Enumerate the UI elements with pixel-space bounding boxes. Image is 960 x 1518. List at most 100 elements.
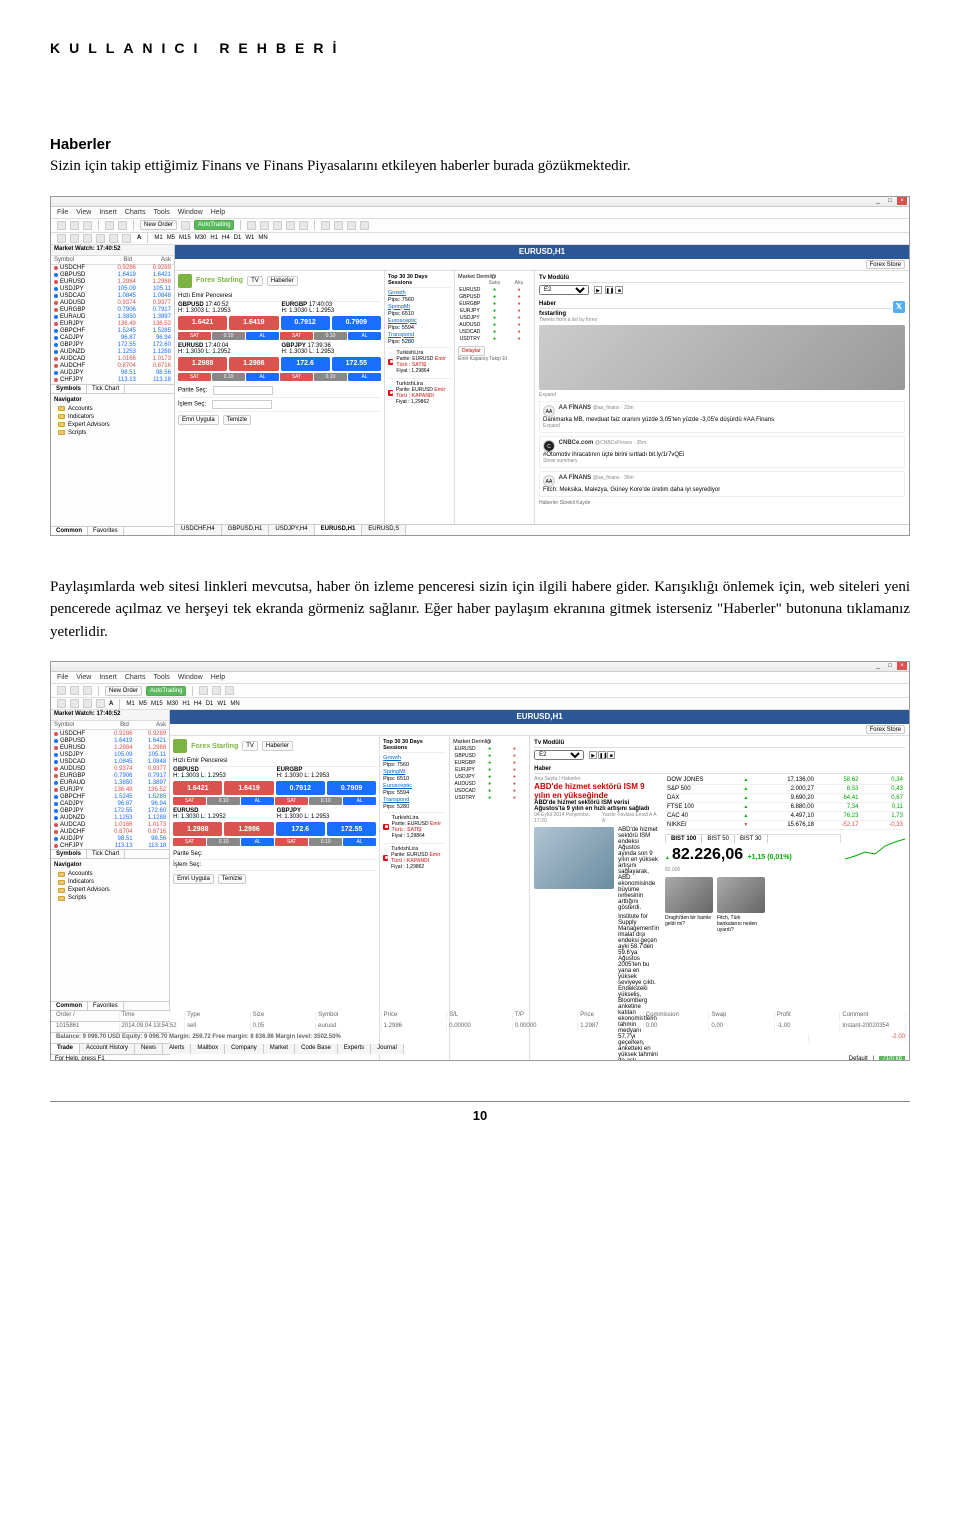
menu-help[interactable]: Help bbox=[211, 209, 225, 216]
market-row[interactable]: DAX9.690,2064,410,67 bbox=[665, 794, 905, 803]
price-bid[interactable]: 1.6421 bbox=[178, 316, 227, 330]
toolbar-icon[interactable] bbox=[70, 686, 79, 695]
market-watch-row[interactable]: EURGBP0.79060.7917 bbox=[51, 772, 169, 779]
market-watch-row[interactable]: AUDUSD0.93740.9377 bbox=[51, 300, 174, 307]
terminal-tab[interactable]: Journal bbox=[371, 1044, 404, 1054]
buy-button[interactable]: AL bbox=[348, 373, 381, 381]
market-watch-row[interactable]: GBPJPY172.55172.60 bbox=[51, 807, 169, 814]
parite-input[interactable] bbox=[213, 386, 273, 395]
zoom-icon[interactable] bbox=[299, 221, 308, 230]
period-mn[interactable]: MN bbox=[258, 235, 267, 241]
depth-row[interactable]: USDCAD●● bbox=[453, 788, 526, 794]
top30-link[interactable]: SpringMt bbox=[388, 304, 451, 310]
market-watch-row[interactable]: EURUSD1.29841.2988 bbox=[51, 279, 174, 286]
market-watch-row[interactable]: CHFJPY113.13113.18 bbox=[51, 842, 169, 849]
toolbar-icon[interactable] bbox=[247, 221, 256, 230]
market-watch-row[interactable]: AUDCAD1.01661.0173 bbox=[51, 356, 174, 363]
market-watch-row[interactable]: AUDCHF0.87040.8716 bbox=[51, 363, 174, 370]
tab-tickchart[interactable]: Tick Chart bbox=[87, 385, 125, 393]
signal-1[interactable]: TurkishLira Parite: EURUSD Emir Türü : S… bbox=[388, 347, 451, 376]
price-bid[interactable]: 172.6 bbox=[281, 357, 330, 371]
toolbar-icon[interactable] bbox=[347, 221, 356, 230]
tv-button[interactable]: TV bbox=[247, 276, 263, 286]
period-w1[interactable]: W1 bbox=[245, 235, 254, 241]
new-order-button[interactable]: New Order bbox=[105, 686, 142, 696]
crosshair-icon[interactable] bbox=[70, 234, 79, 243]
market-watch-row[interactable]: CHFJPY113.13113.18 bbox=[51, 377, 174, 384]
twitter-icon[interactable]: 𝕏 bbox=[893, 301, 905, 313]
depth-row[interactable]: AUDUSD●● bbox=[453, 781, 526, 787]
hline-icon[interactable] bbox=[96, 234, 105, 243]
maximize-icon[interactable]: □ bbox=[885, 662, 895, 670]
autotrading-button[interactable]: AutoTrading bbox=[146, 686, 186, 696]
market-row[interactable]: DOW JONES17.136,0058,620,34 bbox=[665, 776, 905, 785]
toolbar-icon[interactable] bbox=[83, 686, 92, 695]
menu-tools[interactable]: Tools bbox=[153, 674, 169, 681]
menu-charts[interactable]: Charts bbox=[125, 674, 146, 681]
price-ask[interactable]: 1.2986 bbox=[229, 357, 278, 371]
market-watch-row[interactable]: GBPCHF1.52451.5285 bbox=[51, 793, 169, 800]
depth-row[interactable]: EURUSD●● bbox=[453, 746, 526, 752]
market-watch-row[interactable]: GBPUSD1.64191.6421 bbox=[51, 272, 174, 279]
sell-button[interactable]: SAT bbox=[280, 373, 313, 381]
depth-row[interactable]: USDCAD●● bbox=[458, 329, 531, 335]
tab-common[interactable]: Common bbox=[51, 527, 88, 535]
market-watch-row[interactable]: GBPCHF1.52451.5285 bbox=[51, 328, 174, 335]
price-ask[interactable]: 0.7909 bbox=[332, 316, 381, 330]
market-watch-row[interactable]: EURJPY136.49136.52 bbox=[51, 321, 174, 328]
period-h4[interactable]: H4 bbox=[222, 235, 230, 241]
menu-view[interactable]: View bbox=[76, 209, 91, 216]
chart-icon[interactable] bbox=[181, 221, 190, 230]
toolbar-icon[interactable] bbox=[321, 221, 330, 230]
terminal-tab[interactable]: Company bbox=[225, 1044, 264, 1054]
tab-favorites[interactable]: Favorites bbox=[88, 527, 124, 535]
forex-store-button[interactable]: Forex Store bbox=[866, 260, 905, 269]
period-m5[interactable]: M5 bbox=[167, 235, 175, 241]
toolbar-icon[interactable] bbox=[260, 221, 269, 230]
autotrading-button[interactable]: AutoTrading bbox=[194, 220, 234, 230]
minimize-icon[interactable]: _ bbox=[873, 197, 883, 205]
tweet-3[interactable]: AA AA FİNANS @aa_finans · 35m Fitch: Mek… bbox=[539, 471, 905, 497]
menu-help[interactable]: Help bbox=[211, 674, 225, 681]
market-watch-row[interactable]: USDCAD1.08451.0848 bbox=[51, 758, 169, 765]
chart-tab-item[interactable]: USDCHF,H4 bbox=[175, 525, 222, 535]
zoom-in-icon[interactable] bbox=[105, 221, 114, 230]
market-watch-row[interactable]: USDCHF0.92860.9289 bbox=[51, 265, 174, 272]
stop-icon[interactable]: ■ bbox=[615, 286, 623, 294]
channel-select[interactable]: E2 bbox=[534, 750, 584, 760]
toolbar-icon[interactable] bbox=[57, 221, 66, 230]
sell-button[interactable]: SAT bbox=[178, 373, 211, 381]
market-watch-row[interactable]: AUDUSD0.93740.9377 bbox=[51, 765, 169, 772]
signal-2[interactable]: TurkishLira Parite: EURUSD Emir Türü : K… bbox=[388, 378, 451, 407]
video-thumb[interactable] bbox=[665, 877, 713, 913]
depth-row[interactable]: GBPUSD●● bbox=[453, 753, 526, 759]
market-watch-row[interactable]: EURUSD1.29841.2988 bbox=[51, 744, 169, 751]
sell-button[interactable]: SAT bbox=[178, 332, 211, 340]
market-watch-row[interactable]: AUDJPY98.5198.56 bbox=[51, 370, 174, 377]
tweet-2[interactable]: C CNBCe.com @CNBCeFinans · 35m #Otomotiv… bbox=[539, 436, 905, 468]
market-watch-row[interactable]: AUDCAD1.01661.0173 bbox=[51, 821, 169, 828]
menu-tools[interactable]: Tools bbox=[153, 209, 169, 216]
depth-row[interactable]: AUDUSD●● bbox=[458, 322, 531, 328]
market-watch-row[interactable]: EURAUD1.38501.3897 bbox=[51, 314, 174, 321]
maximize-icon[interactable]: □ bbox=[885, 197, 895, 205]
depth-row[interactable]: USDJPY●● bbox=[453, 774, 526, 780]
menu-file[interactable]: File bbox=[57, 674, 68, 681]
toolbar-icon[interactable] bbox=[334, 221, 343, 230]
tab-symbols[interactable]: Symbols bbox=[51, 385, 87, 393]
market-watch-row[interactable]: CADJPY96.8796.94 bbox=[51, 335, 174, 342]
price-ask[interactable]: 1.6419 bbox=[229, 316, 278, 330]
market-watch-row[interactable]: EURAUD1.38501.3897 bbox=[51, 779, 169, 786]
tweet-image[interactable] bbox=[539, 325, 905, 390]
haberler-button[interactable]: Haberler bbox=[267, 276, 298, 286]
market-watch-row[interactable]: EURGBP0.79060.7917 bbox=[51, 307, 174, 314]
article-tools[interactable]: Yazdır Favlara Email A A A bbox=[602, 812, 659, 824]
market-row[interactable]: FTSE 1006.880,007,340,11 bbox=[665, 803, 905, 812]
market-watch-list[interactable]: USDCHF0.92860.9289GBPUSD1.64191.6421EURU… bbox=[51, 265, 174, 384]
market-row[interactable]: S&P 5002.000,278,530,43 bbox=[665, 785, 905, 794]
depth-row[interactable]: EURJPY●● bbox=[458, 308, 531, 314]
apply-order-button[interactable]: Emri Uygula bbox=[178, 415, 219, 425]
menu-insert[interactable]: Insert bbox=[99, 209, 117, 216]
buy-button[interactable]: AL bbox=[348, 332, 381, 340]
islem-input[interactable] bbox=[212, 400, 272, 409]
